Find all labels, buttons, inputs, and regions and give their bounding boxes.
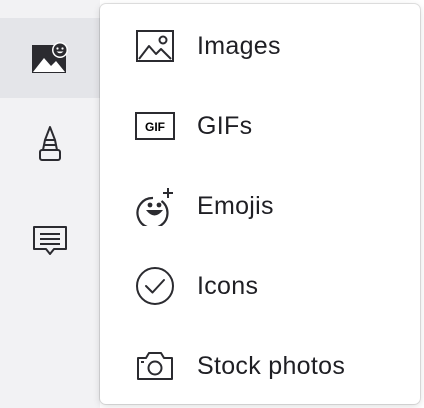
menu-item-label: Icons [197,271,259,300]
rail-item-text[interactable] [0,202,100,282]
gif-icon: GIF [135,106,175,146]
camera-icon [135,346,175,386]
check-circle-icon [135,266,175,306]
menu-item-icons[interactable]: Icons [100,246,420,326]
menu-item-label: Images [197,31,281,60]
speech-bubble-icon [33,226,67,255]
left-rail [0,0,100,408]
menu-item-stock-photos[interactable]: Stock photos [100,326,420,406]
lighthouse-icon [39,126,61,161]
media-picker: Images GIF GIFs Emojis Icons Stock photo… [0,0,424,408]
image-icon [135,26,175,66]
menu-item-label: Emojis [197,191,274,220]
menu-item-images[interactable]: Images [100,6,420,86]
emoji-add-icon [135,186,175,226]
rail-item-elements[interactable] [0,104,100,184]
gif-icon-text: GIF [145,120,165,134]
image-sticker-icon [32,42,68,73]
media-menu: Images GIF GIFs Emojis Icons Stock photo… [100,4,420,404]
menu-item-emojis[interactable]: Emojis [100,166,420,246]
menu-item-label: Stock photos [197,351,346,380]
menu-item-gifs[interactable]: GIF GIFs [100,86,420,166]
menu-item-label: GIFs [197,111,253,140]
rail-item-images[interactable] [0,18,100,98]
